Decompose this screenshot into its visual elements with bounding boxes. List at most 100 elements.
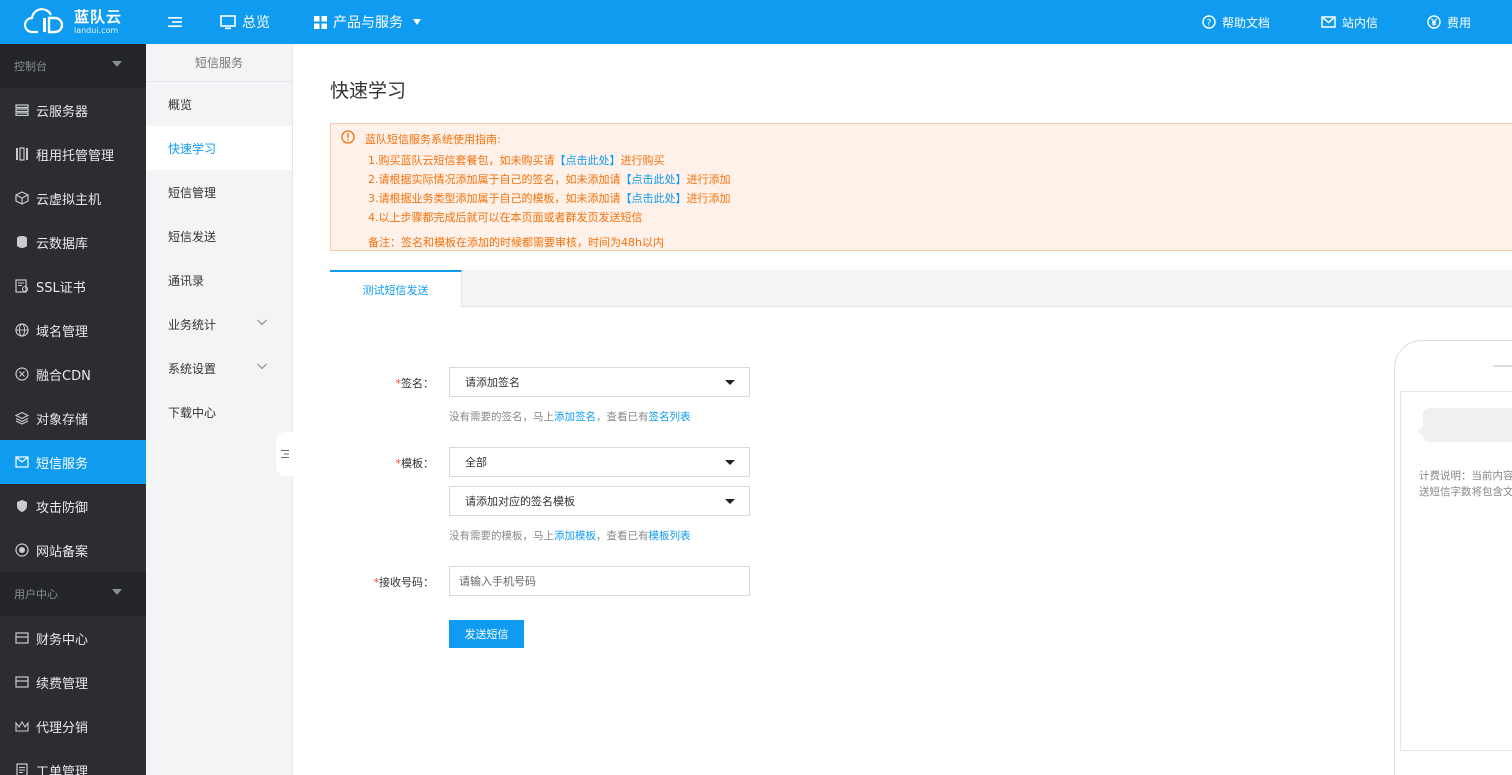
- subnav-item-label: 概览: [168, 97, 193, 112]
- sidebar-item-object-storage[interactable]: 对象存储: [0, 396, 146, 440]
- notice-text: 2.请根据实际情况添加属于自己的签名，如未添加请: [368, 173, 621, 186]
- finance-icon: [14, 630, 30, 646]
- add-template-hint-link[interactable]: 添加模板: [554, 530, 596, 542]
- sidebar-item-label: 对象存储: [36, 412, 89, 428]
- sidebar-group-label: 用户中心: [14, 588, 58, 601]
- sidebar-item-tickets[interactable]: 工单管理: [0, 748, 146, 775]
- nav-products-label: 产品与服务: [333, 15, 403, 31]
- subnav-item-label: 短信管理: [168, 185, 217, 200]
- sidebar-item-label: 云服务器: [36, 104, 89, 120]
- subnav-collapse-button[interactable]: [276, 432, 294, 476]
- help-circle-icon: ?: [1202, 15, 1216, 29]
- subnav-item-sms-management[interactable]: 短信管理: [146, 170, 292, 214]
- subnav-item-contacts[interactable]: 通讯录: [146, 258, 292, 302]
- buy-package-link[interactable]: 【点击此处】: [555, 154, 621, 167]
- signature-list-link[interactable]: 签名列表: [649, 411, 691, 423]
- brand-logo[interactable]: 蓝队云 landui.com: [0, 0, 146, 44]
- nav-products-dropdown[interactable]: 产品与服务: [314, 0, 421, 44]
- menu-fold-icon: [168, 17, 182, 27]
- phone-screen: 计费说明：当前内容 送短信字数将包含文: [1400, 391, 1512, 751]
- sidebar-item-virtual-host[interactable]: 云虚拟主机: [0, 176, 146, 220]
- phone-label: *接收号码：: [354, 574, 435, 590]
- cube-icon: [14, 190, 30, 206]
- caret-down-icon: [112, 589, 122, 595]
- sub-navigation: 短信服务 概览 快速学习 短信管理 短信发送 通讯录 业务统计 系统设置 下载中…: [146, 44, 293, 775]
- phone-speaker: [1493, 365, 1512, 367]
- field-label-text: 接收号码：: [379, 576, 434, 589]
- sidebar-item-cloud-server[interactable]: 云服务器: [0, 88, 146, 132]
- certificate-icon: [14, 278, 30, 294]
- main-content: 快速学习 蓝队短信服务系统使用指南: 1.购买蓝队云短信套餐包，如未购买请【点击…: [293, 44, 1512, 775]
- signature-hint: 没有需要的签名，马上添加签名，查看已有签名列表: [449, 409, 691, 424]
- add-signature-hint-link[interactable]: 添加签名: [554, 411, 596, 423]
- nav-billing[interactable]: 费用: [1427, 0, 1471, 44]
- record-icon: [14, 542, 30, 558]
- nav-overview[interactable]: 总览: [220, 0, 270, 44]
- subnav-item-label: 短信发送: [168, 229, 217, 244]
- caret-down-icon: [725, 499, 735, 504]
- chevron-down-icon: [257, 319, 267, 326]
- signature-select[interactable]: 请添加签名: [449, 367, 750, 397]
- notice-heading: 蓝队短信服务系统使用指南:: [365, 133, 501, 146]
- template-category-select[interactable]: 全部: [449, 447, 750, 477]
- ticket-icon: [14, 762, 30, 775]
- warning-circle-icon: [341, 130, 355, 144]
- sidebar-item-ssl[interactable]: SSL证书: [0, 264, 146, 308]
- hint-text: 没有需要的模板，马上: [449, 530, 554, 542]
- nav-messages[interactable]: 站内信: [1321, 0, 1378, 44]
- menu-toggle-button[interactable]: [168, 0, 182, 44]
- sidebar-item-database[interactable]: 云数据库: [0, 220, 146, 264]
- nav-help-docs[interactable]: ? 帮助文档: [1202, 0, 1270, 44]
- template-category-value: 全部: [465, 456, 487, 469]
- server-icon: [14, 102, 30, 118]
- sidebar-item-label: 短信服务: [36, 456, 89, 472]
- sidebar-item-attack-defense[interactable]: 攻击防御: [0, 484, 146, 528]
- envelope-icon: [1321, 16, 1336, 28]
- field-label-text: 模板：: [401, 457, 434, 470]
- layers-icon: [14, 410, 30, 426]
- subnav-item-statistics[interactable]: 业务统计: [146, 302, 292, 346]
- sidebar-item-label: 云虚拟主机: [36, 192, 102, 208]
- sidebar-item-label: 网站备案: [36, 544, 89, 560]
- tab-test-sms[interactable]: 测试短信发送: [330, 270, 462, 307]
- sidebar-group-user-center[interactable]: 用户中心: [0, 572, 146, 616]
- subnav-item-label: 通讯录: [168, 273, 205, 288]
- subnav-item-settings[interactable]: 系统设置: [146, 346, 292, 390]
- template-select-value: 请添加对应的签名模板: [465, 495, 575, 508]
- sidebar-item-icp-record[interactable]: 网站备案: [0, 528, 146, 572]
- sidebar-item-finance[interactable]: 财务中心: [0, 616, 146, 660]
- subnav-item-sms-send[interactable]: 短信发送: [146, 214, 292, 258]
- template-list-link[interactable]: 模板列表: [649, 530, 691, 542]
- phone-number-input[interactable]: [449, 566, 750, 596]
- notice-step-1: 1.购买蓝队云短信套餐包，如未购买请【点击此处】进行购买: [368, 152, 665, 168]
- sidebar-item-label: 融合CDN: [36, 368, 91, 384]
- subnav-item-overview[interactable]: 概览: [146, 82, 292, 126]
- template-select[interactable]: 请添加对应的签名模板: [449, 486, 750, 516]
- add-template-link[interactable]: 【点击此处】: [621, 192, 687, 205]
- template-hint: 没有需要的模板，马上添加模板，查看已有模板列表: [449, 528, 691, 543]
- sidebar-item-agent[interactable]: 代理分销: [0, 704, 146, 748]
- sidebar-item-renewal[interactable]: 续费管理: [0, 660, 146, 704]
- notice-text: 进行添加: [686, 173, 731, 186]
- sidebar-item-colocation[interactable]: 租用托管管理: [0, 132, 146, 176]
- sidebar-item-label: 域名管理: [36, 324, 89, 340]
- notice-step-4: 4.以上步骤都完成后就可以在本页面或者群发页发送短信: [368, 211, 643, 224]
- add-signature-link[interactable]: 【点击此处】: [621, 173, 687, 186]
- brand-domain: landui.com: [73, 25, 119, 35]
- subnav-item-label: 系统设置: [168, 361, 217, 376]
- guide-notice: 蓝队短信服务系统使用指南: 1.购买蓝队云短信套餐包，如未购买请【点击此处】进行…: [330, 123, 1512, 251]
- subnav-item-downloads[interactable]: 下载中心: [146, 390, 292, 434]
- send-sms-button[interactable]: 发送短信: [449, 620, 524, 648]
- sidebar-item-domain[interactable]: 域名管理: [0, 308, 146, 352]
- subnav-item-quick-learn[interactable]: 快速学习: [146, 126, 292, 170]
- notice-remark: 备注：签名和模板在添加的时候都需要审核，时间为48h以内: [368, 236, 664, 249]
- mail-icon: [14, 454, 30, 470]
- caret-down-icon: [112, 61, 122, 67]
- globe-icon: [14, 322, 30, 338]
- main-sidebar: 控制台 云服务器 租用托管管理 云虚拟主机 云数据库 SSL证书 域名管理 融合…: [0, 44, 146, 775]
- sidebar-item-cdn[interactable]: 融合CDN: [0, 352, 146, 396]
- fee-note-line: 送短信字数将包含文: [1419, 486, 1512, 498]
- sidebar-item-label: SSL证书: [36, 280, 86, 296]
- sidebar-group-console[interactable]: 控制台: [0, 44, 146, 88]
- sidebar-item-sms-service[interactable]: 短信服务: [0, 440, 146, 484]
